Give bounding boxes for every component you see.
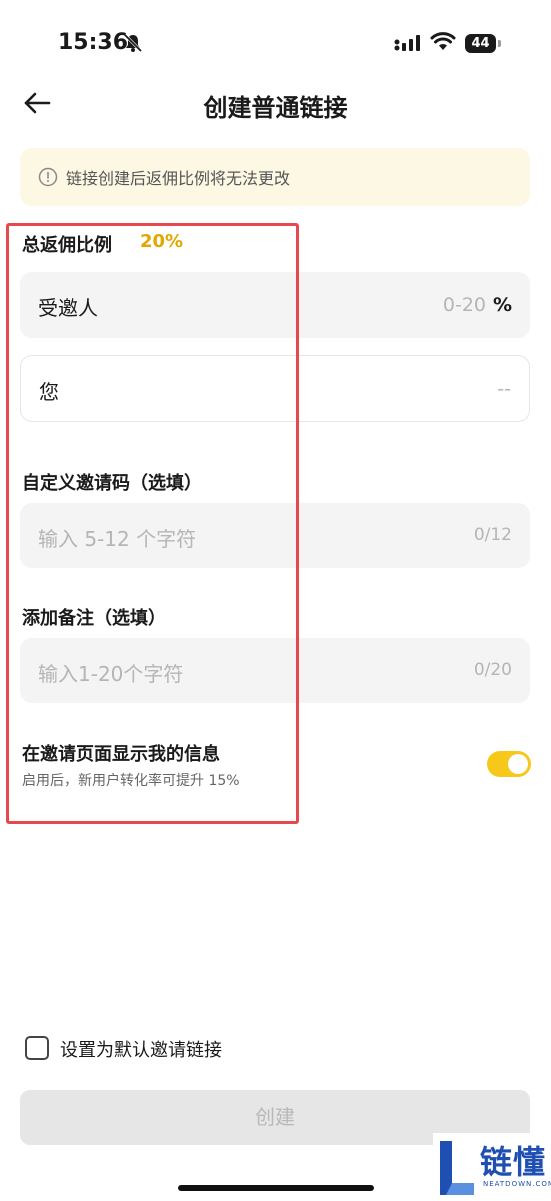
home-indicator (178, 1185, 374, 1191)
commission-rate: 20% (140, 231, 184, 252)
invitee-range: 0-20 (442, 294, 486, 316)
commission-title: 总返佣比例 (22, 235, 112, 256)
you-label: 您 (39, 380, 59, 404)
show-info-subtitle: 启用后，新用户转化率可提升 15% (22, 773, 240, 789)
remark-input[interactable]: 输入1-20个字符 0/20 (20, 638, 530, 703)
status-bar: 15:36 44 (0, 0, 551, 90)
remark-counter: 0/20 (473, 660, 512, 680)
wifi-icon (430, 32, 456, 52)
back-button[interactable] (22, 90, 52, 120)
custom-code-placeholder: 输入 5-12 个字符 (38, 527, 197, 551)
percent-unit: % (492, 294, 512, 316)
watermark: 链懂 NEATDOWN.COM (433, 1133, 551, 1200)
battery-level: 44 (465, 34, 496, 53)
custom-code-input[interactable]: 输入 5-12 个字符 0/12 (20, 503, 530, 568)
show-info-toggle[interactable] (487, 751, 531, 777)
remark-placeholder: 输入1-20个字符 (38, 662, 184, 686)
notice-banner: 链接创建后返佣比例将无法更改 (20, 148, 530, 206)
invitee-rate-input[interactable]: 受邀人 0-20 % (20, 272, 530, 338)
default-link-checkbox[interactable] (25, 1036, 49, 1060)
custom-code-title: 自定义邀请码（选填） (22, 473, 202, 494)
remark-title: 添加备注（选填） (22, 608, 166, 629)
custom-code-counter: 0/12 (473, 525, 512, 545)
notice-text: 链接创建后返佣比例将无法更改 (66, 169, 291, 188)
watermark-sub: NEATDOWN.COM (483, 1180, 551, 1188)
battery-nub (498, 40, 501, 47)
show-info-title: 在邀请页面显示我的信息 (22, 744, 220, 765)
arrow-left-icon (23, 91, 51, 119)
default-link-label[interactable]: 设置为默认邀请链接 (60, 1036, 222, 1062)
watermark-text: 链懂 (480, 1143, 547, 1181)
battery-icon: 44 (465, 34, 501, 53)
invitee-label: 受邀人 (38, 296, 98, 320)
you-value: -- (497, 378, 511, 400)
info-icon (38, 167, 58, 187)
page-title: 创建普通链接 (203, 94, 348, 122)
watermark-logo-icon (438, 1139, 476, 1197)
status-time: 15:36 (58, 30, 129, 55)
toggle-knob (508, 754, 528, 774)
cellular-signal-icon (394, 34, 424, 52)
bell-off-icon (123, 33, 143, 53)
your-rate-field: 您 -- (20, 355, 530, 422)
